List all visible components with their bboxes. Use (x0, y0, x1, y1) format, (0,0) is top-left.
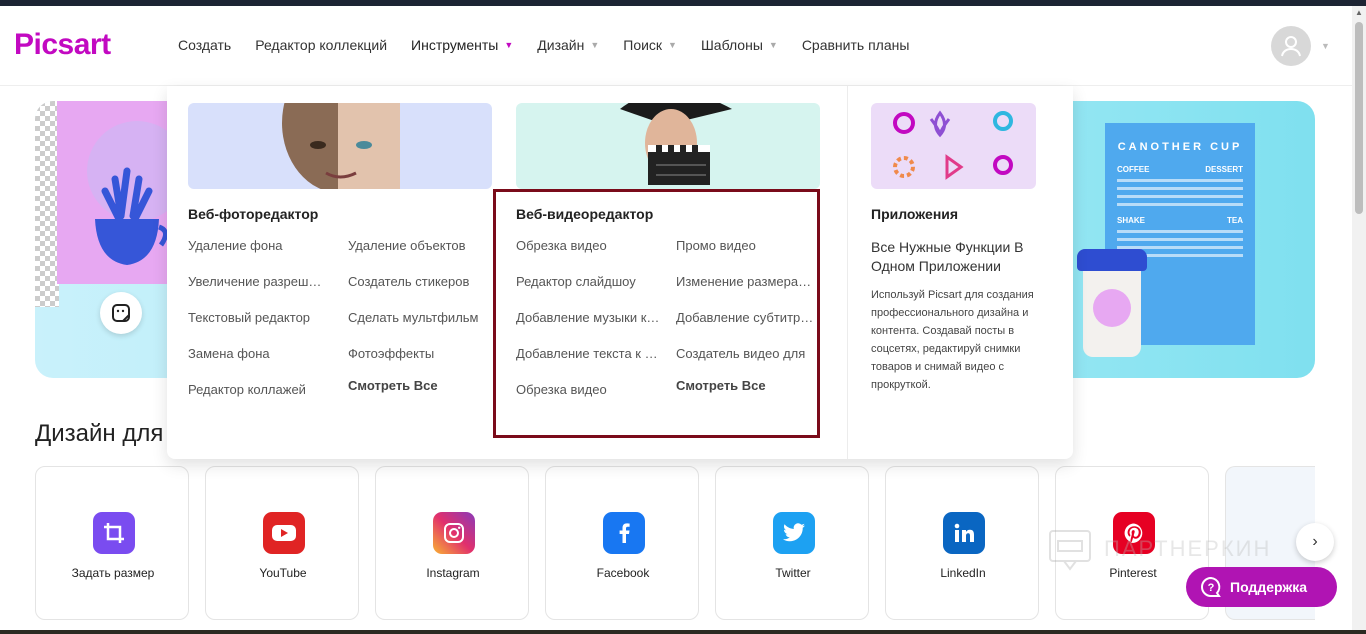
card-resize[interactable]: Задать размер (35, 466, 189, 620)
apps-title[interactable]: Приложения (871, 206, 958, 222)
crop-icon (93, 512, 135, 554)
card-youtube[interactable]: YouTube (205, 466, 359, 620)
support-label: Поддержка (1230, 579, 1308, 595)
card-instagram[interactable]: Instagram (375, 466, 529, 620)
card-label: Facebook (596, 566, 650, 580)
poster-heading: DESSERT (1205, 165, 1243, 174)
menu-link[interactable]: Замена фона (188, 346, 338, 361)
chevron-down-icon: ▼ (668, 40, 677, 50)
watermark: ПАРТНЕРКИН (1048, 525, 1271, 573)
plant-pot-icon (95, 167, 167, 265)
nav-templates[interactable]: Шаблоны ▼ (701, 37, 778, 53)
section-title: Дизайн для (35, 420, 164, 447)
card-linkedin[interactable]: LinkedIn (885, 466, 1039, 620)
nav-create[interactable]: Создать (178, 37, 231, 53)
menu-link[interactable]: Создатель стикеров (348, 274, 493, 289)
menu-link[interactable]: Сделать мультфильм (348, 310, 493, 325)
youtube-icon (263, 512, 305, 554)
menu-link[interactable]: Удаление объектов (348, 238, 493, 253)
menu-link[interactable]: Увеличение разрешения (188, 274, 328, 289)
chevron-down-icon: ▼ (768, 40, 778, 50)
card-facebook[interactable]: Facebook (545, 466, 699, 620)
poster-title: CANOTHER CUP (1117, 141, 1243, 153)
nav-search[interactable]: Поиск ▼ (623, 37, 677, 53)
svg-text:?: ? (1208, 582, 1215, 594)
scroll-up-arrow[interactable]: ▲ (1352, 8, 1366, 20)
browser-bottom-strip (0, 630, 1366, 634)
transparent-checkerboard (35, 101, 59, 307)
user-icon (1281, 36, 1301, 57)
poster-heading: COFFEE (1117, 165, 1150, 174)
watermark-logo-icon (1049, 530, 1091, 571)
twitter-icon (773, 512, 815, 554)
see-all-link[interactable]: Смотреть Все (348, 378, 493, 393)
card-label: LinkedIn (940, 566, 986, 580)
poster-heading: SHAKE (1117, 216, 1146, 225)
apps-headline: Все Нужные Функции В Одном Приложении (871, 239, 1024, 274)
card-label: YouTube (259, 566, 307, 580)
menu-link[interactable]: Редактор коллажей (188, 382, 338, 397)
main-nav: Создать Редактор коллекций Инструменты ▼ … (178, 37, 933, 53)
picsart-logo[interactable]: Picsart (14, 28, 111, 62)
chevron-down-icon: ▼ (590, 40, 600, 50)
card-label: Twitter (775, 566, 811, 580)
card-label: Задать размер (71, 566, 155, 580)
avatar[interactable] (1271, 26, 1311, 66)
photo-editor-image[interactable] (188, 103, 492, 189)
nav-compare-plans[interactable]: Сравнить планы (802, 37, 910, 53)
help-chat-icon: ? (1201, 576, 1221, 597)
menu-link[interactable]: Удаление фона (188, 238, 338, 253)
card-twitter[interactable]: Twitter (715, 466, 869, 620)
menu-link[interactable]: Фотоэффекты (348, 346, 493, 361)
instagram-icon (433, 512, 475, 554)
carousel-next-button[interactable]: › (1296, 523, 1334, 561)
linkedin-icon (943, 512, 985, 554)
nav-tools[interactable]: Инструменты ▼ (411, 37, 513, 53)
chevron-right-icon: › (1312, 533, 1318, 550)
coffee-cup-image (1077, 249, 1147, 357)
watermark-text: ПАРТНЕРКИН (1104, 536, 1272, 561)
plant-image (57, 101, 187, 284)
nav-design[interactable]: Дизайн ▼ (537, 37, 599, 53)
apps-image[interactable] (871, 103, 1036, 189)
site-header: Picsart Создать Редактор коллекций Инстр… (0, 6, 1352, 86)
support-button[interactable]: ? Поддержка (1186, 567, 1337, 607)
sticker-icon (112, 304, 130, 322)
scrollbar-thumb[interactable] (1355, 22, 1363, 214)
menu-divider (847, 86, 848, 459)
card-label: Instagram (426, 566, 480, 580)
nav-collection-editor[interactable]: Редактор коллекций (255, 37, 387, 53)
chevron-down-icon[interactable]: ▼ (1321, 41, 1330, 51)
photo-editor-title[interactable]: Веб-фоторедактор (188, 206, 318, 222)
video-editor-highlight (493, 189, 820, 438)
apps-description: Используй Picsart для создания профессио… (871, 289, 1034, 391)
video-editor-image[interactable] (516, 103, 820, 189)
sticker-button[interactable] (100, 292, 142, 334)
facebook-icon (603, 512, 645, 554)
chevron-down-icon: ▼ (504, 40, 514, 50)
poster-heading: TEA (1227, 216, 1243, 225)
menu-link[interactable]: Текстовый редактор (188, 310, 338, 325)
